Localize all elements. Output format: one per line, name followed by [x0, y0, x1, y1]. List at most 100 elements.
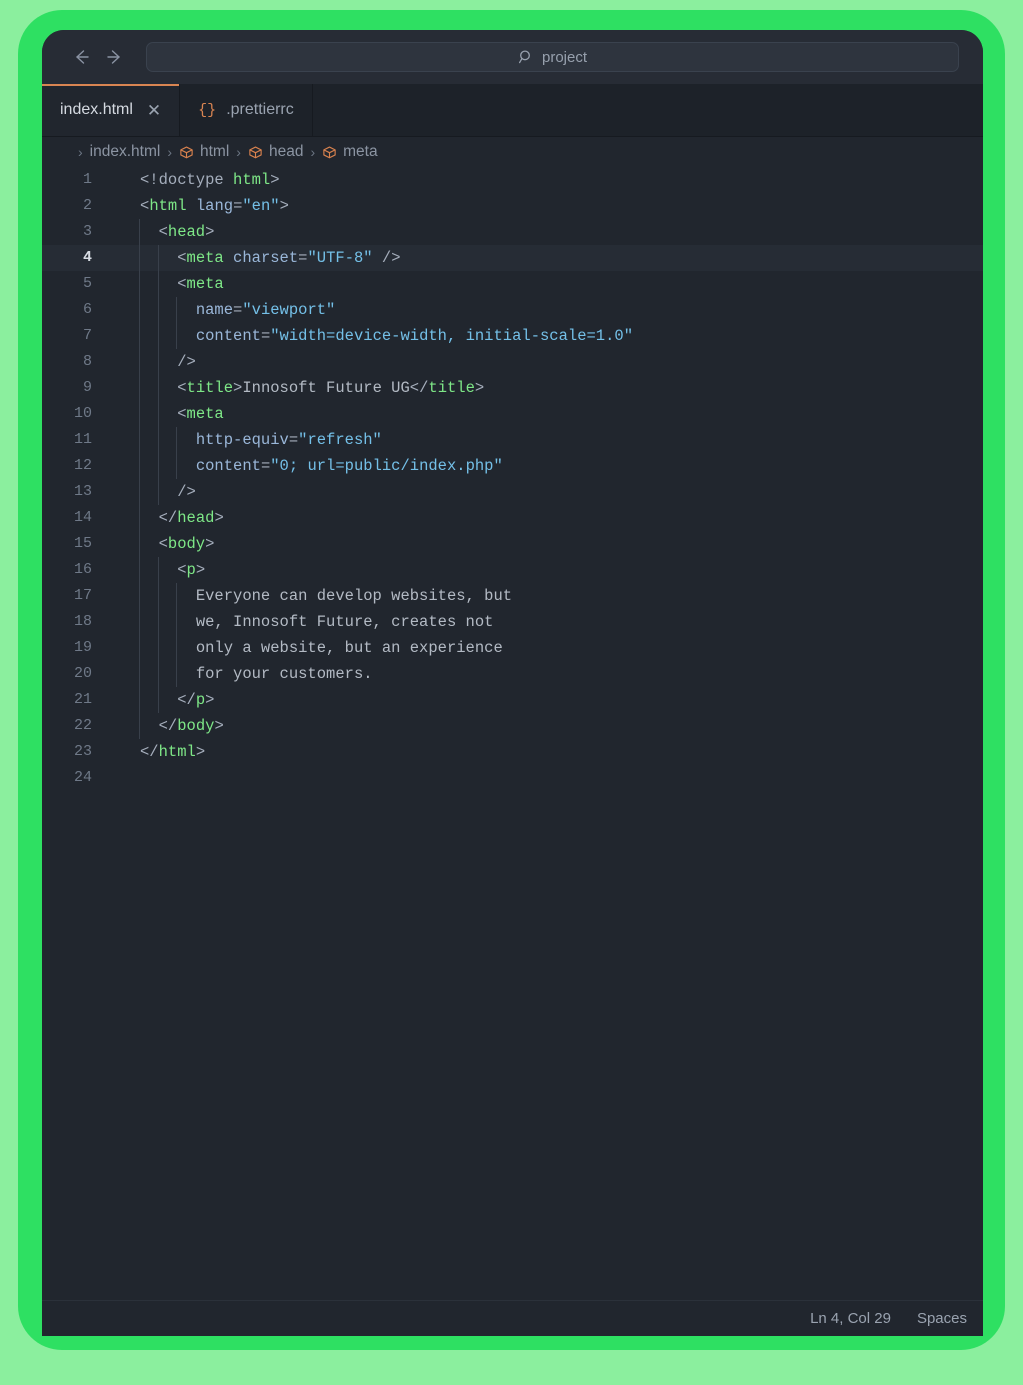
breadcrumb-separator: › [167, 144, 172, 160]
code-line[interactable]: 11 http-equiv="refresh" [42, 427, 983, 453]
tab-bar: index.html ✕ {} .prettierrc [42, 84, 983, 137]
code-line[interactable]: 3 <head> [42, 219, 983, 245]
line-number: 19 [73, 639, 92, 656]
breadcrumb-label: html [200, 143, 230, 160]
code-text: http-equiv="refresh" [195, 431, 382, 449]
cube-icon [179, 145, 194, 160]
line-number: 4 [82, 249, 92, 266]
code-line[interactable]: 2 <html lang="en"> [42, 193, 983, 219]
code-line[interactable]: 7 content="width=device-width, initial-s… [42, 323, 983, 349]
breadcrumb-label: index.html [89, 143, 161, 160]
code-text: <head> [140, 223, 215, 241]
forward-arrow-icon[interactable] [98, 40, 132, 74]
code-text: /> [140, 353, 196, 371]
line-number: 11 [73, 431, 92, 448]
code-text: Everyone can develop websites, but [195, 587, 513, 605]
code-editor[interactable]: 1 <!doctype html> 2 <html lang="en"> 3 <head… [42, 167, 983, 1300]
code-text: <meta [140, 275, 224, 293]
code-text: <!doctype html> [140, 171, 280, 189]
back-arrow-icon[interactable] [64, 40, 98, 74]
tab-label: .prettierrc [226, 101, 294, 118]
code-line[interactable]: 4 <meta charset="UTF-8" /> [42, 245, 983, 271]
editor-window: project index.html ✕ {} .prettierrc › in… [42, 30, 983, 1336]
tab-prettierrc[interactable]: {} .prettierrc [180, 84, 313, 136]
search-input[interactable]: project [146, 42, 959, 72]
code-line[interactable]: 5 <meta [42, 271, 983, 297]
indentation-setting[interactable]: Spaces [917, 1310, 967, 1327]
code-line[interactable]: 14 </head> [42, 505, 983, 531]
code-line[interactable]: 18 we, Innosoft Future, creates not [42, 609, 983, 635]
code-text: </head> [140, 509, 224, 527]
cube-icon [248, 145, 263, 160]
breadcrumb-item-index-html[interactable]: index.html [90, 143, 161, 161]
code-line[interactable]: 21 </p> [42, 687, 983, 713]
close-icon[interactable]: ✕ [147, 102, 161, 119]
status-bar: Ln 4, Col 29 Spaces [42, 1300, 983, 1336]
code-text: <meta [140, 405, 224, 423]
code-text: only a website, but an experience [195, 639, 503, 657]
line-number: 6 [82, 301, 92, 318]
code-line[interactable]: 23 </html> [42, 739, 983, 765]
breadcrumb-root-chevron: › [78, 144, 83, 160]
line-number: 3 [82, 223, 92, 240]
line-number: 13 [73, 483, 92, 500]
code-text: <body> [140, 535, 215, 553]
tab-bar-empty-space [313, 84, 983, 136]
code-line[interactable]: 17 Everyone can develop websites, but [42, 583, 983, 609]
code-line[interactable]: 6 name="viewport" [42, 297, 983, 323]
code-line[interactable]: 19 only a website, but an experience [42, 635, 983, 661]
code-text: </p> [140, 691, 215, 709]
code-line[interactable]: 20 for your customers. [42, 661, 983, 687]
line-number: 7 [82, 327, 92, 344]
search-icon [518, 49, 534, 65]
breadcrumb-item-head[interactable]: head [248, 143, 303, 161]
code-text: we, Innosoft Future, creates not [195, 613, 494, 631]
line-number: 14 [73, 509, 92, 526]
code-text: </body> [140, 717, 224, 735]
code-line[interactable]: 12 content="0; url=public/index.php" [42, 453, 983, 479]
breadcrumb-label: head [268, 143, 304, 160]
breadcrumb-item-html[interactable]: html [179, 143, 229, 161]
code-text: /> [140, 483, 196, 501]
code-text: for your customers. [195, 665, 373, 683]
code-line[interactable]: 9 <title>Innosoft Future UG</title> [42, 375, 983, 401]
code-text: content="0; url=public/index.php" [195, 457, 503, 475]
breadcrumb-label: meta [343, 143, 378, 160]
code-line[interactable]: 13 /> [42, 479, 983, 505]
code-text: content="width=device-width, initial-sca… [195, 327, 634, 345]
line-number: 15 [73, 535, 92, 552]
breadcrumb-separator: › [310, 144, 316, 160]
code-line[interactable]: 8 /> [42, 349, 983, 375]
code-text: <title>Innosoft Future UG</title> [140, 379, 485, 397]
code-line[interactable]: 15 <body> [42, 531, 983, 557]
line-number: 8 [82, 353, 92, 370]
breadcrumb-item-meta[interactable]: meta [322, 143, 378, 161]
json-braces-icon: {} [198, 101, 217, 119]
code-text: <meta charset="UTF-8" /> [140, 249, 401, 267]
search-value: project [541, 48, 588, 66]
line-number: 18 [73, 613, 92, 630]
line-number: 1 [82, 171, 92, 188]
line-number: 9 [82, 379, 92, 396]
line-number: 21 [73, 691, 92, 708]
code-text: name="viewport" [195, 301, 336, 319]
code-line[interactable]: 10 <meta [42, 401, 983, 427]
line-number: 10 [73, 405, 92, 422]
line-number: 16 [73, 561, 92, 578]
title-bar: project [42, 30, 983, 84]
code-line[interactable]: 1 <!doctype html> [42, 167, 983, 193]
line-number: 12 [73, 457, 92, 474]
code-line[interactable]: 24 [42, 765, 983, 791]
code-line[interactable]: 22 </body> [42, 713, 983, 739]
code-text: </html> [140, 743, 206, 761]
tab-label: index.html [60, 101, 133, 118]
cube-icon [322, 145, 337, 160]
code-text: <html lang="en"> [140, 197, 289, 215]
cursor-position[interactable]: Ln 4, Col 29 [810, 1310, 891, 1327]
breadcrumb: › index.html › html › head › meta [42, 137, 983, 167]
code-text: <p> [140, 561, 206, 579]
line-number: 24 [73, 769, 92, 786]
line-number: 17 [73, 587, 92, 604]
code-line[interactable]: 16 <p> [42, 557, 983, 583]
tab-index-html[interactable]: index.html ✕ [42, 84, 181, 136]
